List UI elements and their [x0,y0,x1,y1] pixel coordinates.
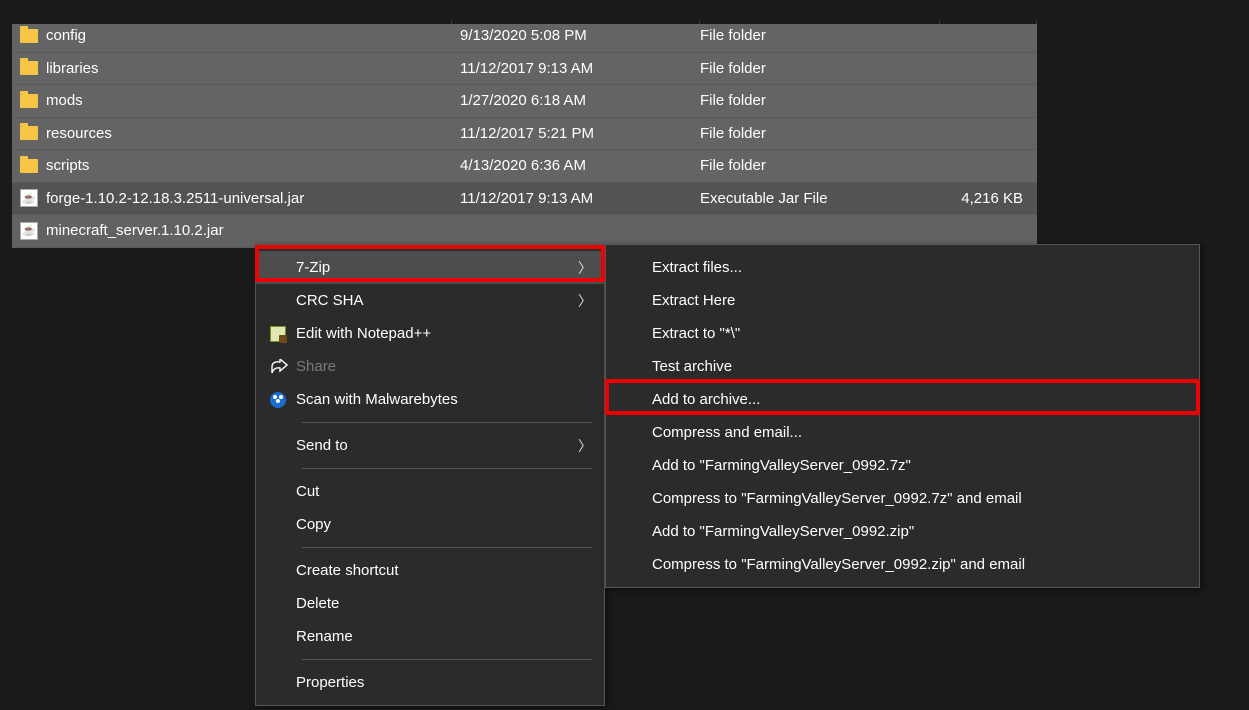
menu-item-add-to-archive[interactable]: Add to archive... [606,383,1199,416]
menu-label: Extract Here [652,292,1187,309]
menu-separator [302,547,592,548]
menu-separator [302,659,592,660]
file-name: config [46,27,86,44]
menu-label: CRC SHA [296,292,578,309]
menu-label: Delete [296,595,592,612]
file-name: minecraft_server.1.10.2.jar [46,222,224,239]
file-name: scripts [46,157,89,174]
file-name: mods [46,92,83,109]
menu-label: Scan with Malwarebytes [296,391,592,408]
menu-label: Copy [296,516,592,533]
menu-item-crc-sha[interactable]: CRC SHA 〉 [256,284,604,317]
menu-item-delete[interactable]: Delete [256,587,604,620]
file-date: 9/13/2020 5:08 PM [460,27,700,44]
folder-icon [20,126,38,140]
chevron-right-icon: 〉 [578,436,592,456]
file-row[interactable]: config 9/13/2020 5:08 PM File folder [12,20,1037,53]
share-icon [270,359,296,375]
menu-item-test-archive[interactable]: Test archive [606,350,1199,383]
file-type: Executable Jar File [700,190,940,207]
menu-label: Compress and email... [652,424,1187,441]
jar-icon: ☕ [20,222,38,240]
folder-icon [20,61,38,75]
file-row[interactable]: ☕ forge-1.10.2-12.18.3.2511-universal.ja… [12,183,1037,216]
menu-label: Extract to "*\" [652,325,1187,342]
file-date: 1/27/2020 6:18 AM [460,92,700,109]
file-date: 11/12/2017 9:13 AM [460,60,700,77]
menu-item-cut[interactable]: Cut [256,475,604,508]
context-menu: 7-Zip 〉 CRC SHA 〉 Edit with Notepad++ Sh… [255,244,605,706]
file-row-selected[interactable]: ☕ minecraft_server.1.10.2.jar [12,215,1037,248]
sevenzip-submenu: Extract files... Extract Here Extract to… [605,244,1200,588]
file-name: libraries [46,60,99,77]
menu-separator [302,422,592,423]
menu-label: Send to [296,437,578,454]
menu-item-extract-here[interactable]: Extract Here [606,284,1199,317]
file-list: config 9/13/2020 5:08 PM File folder lib… [12,20,1037,248]
menu-label: Test archive [652,358,1187,375]
folder-icon [20,94,38,108]
menu-label: Rename [296,628,592,645]
menu-item-share: Share [256,350,604,383]
file-type: File folder [700,27,940,44]
jar-icon: ☕ [20,189,38,207]
malwarebytes-icon [270,392,296,408]
menu-label: Properties [296,674,592,691]
file-name: resources [46,125,112,142]
menu-item-create-shortcut[interactable]: Create shortcut [256,554,604,587]
menu-item-rename[interactable]: Rename [256,620,604,653]
menu-label: Create shortcut [296,562,592,579]
menu-item-add-to-zip[interactable]: Add to "FarmingValleyServer_0992.zip" [606,515,1199,548]
chevron-right-icon: 〉 [578,291,592,311]
file-row[interactable]: libraries 11/12/2017 9:13 AM File folder [12,53,1037,86]
menu-label: Compress to "FarmingValleyServer_0992.7z… [652,490,1187,507]
folder-icon [20,159,38,173]
menu-item-compress-7z-email[interactable]: Compress to "FarmingValleyServer_0992.7z… [606,482,1199,515]
menu-item-scan-malwarebytes[interactable]: Scan with Malwarebytes [256,383,604,416]
menu-item-add-to-7z[interactable]: Add to "FarmingValleyServer_0992.7z" [606,449,1199,482]
file-name: forge-1.10.2-12.18.3.2511-universal.jar [46,190,304,207]
menu-label: Add to archive... [652,391,1187,408]
menu-item-compress-email[interactable]: Compress and email... [606,416,1199,449]
file-row[interactable]: resources 11/12/2017 5:21 PM File folder [12,118,1037,151]
file-type: File folder [700,125,940,142]
file-date: 11/12/2017 9:13 AM [460,190,700,207]
menu-label: 7-Zip [296,259,578,276]
menu-item-properties[interactable]: Properties [256,666,604,699]
file-date: 11/12/2017 5:21 PM [460,125,700,142]
menu-label: Share [296,358,592,375]
file-date: 4/13/2020 6:36 AM [460,157,700,174]
file-size: 4,216 KB [940,190,1037,207]
menu-label: Add to "FarmingValleyServer_0992.zip" [652,523,1187,540]
menu-label: Compress to "FarmingValleyServer_0992.zi… [652,556,1187,573]
menu-label: Edit with Notepad++ [296,325,592,342]
menu-item-edit-npp[interactable]: Edit with Notepad++ [256,317,604,350]
menu-item-extract-files[interactable]: Extract files... [606,251,1199,284]
column-header-divider [12,20,1037,24]
menu-label: Add to "FarmingValleyServer_0992.7z" [652,457,1187,474]
menu-item-7zip[interactable]: 7-Zip 〉 [256,251,604,284]
notepadpp-icon [270,326,296,342]
file-row[interactable]: mods 1/27/2020 6:18 AM File folder [12,85,1037,118]
file-row[interactable]: scripts 4/13/2020 6:36 AM File folder [12,150,1037,183]
menu-separator [302,468,592,469]
menu-item-copy[interactable]: Copy [256,508,604,541]
menu-label: Cut [296,483,592,500]
menu-item-compress-zip-email[interactable]: Compress to "FarmingValleyServer_0992.zi… [606,548,1199,581]
menu-item-send-to[interactable]: Send to 〉 [256,429,604,462]
file-type: File folder [700,60,940,77]
chevron-right-icon: 〉 [578,258,592,278]
file-type: File folder [700,92,940,109]
file-type: File folder [700,157,940,174]
menu-label: Extract files... [652,259,1187,276]
folder-icon [20,29,38,43]
menu-item-extract-to[interactable]: Extract to "*\" [606,317,1199,350]
